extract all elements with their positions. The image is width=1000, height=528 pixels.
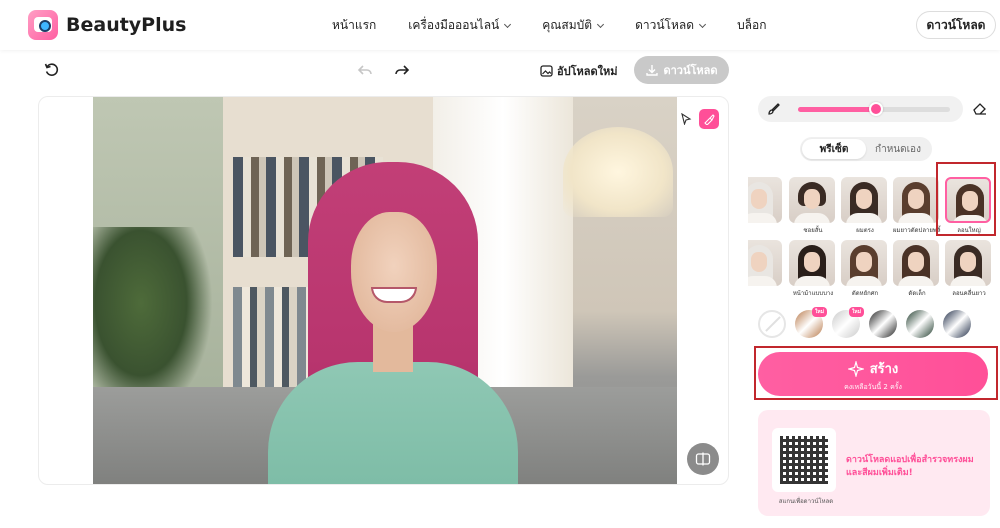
selected-style-highlight xyxy=(936,162,996,236)
style-label: ผมยาวดัดปลายพลิ้ว xyxy=(893,227,941,234)
color-swatch-copper[interactable]: ใหม่ xyxy=(795,307,827,338)
style-item[interactable]: ซอยสั้น xyxy=(789,177,837,235)
qr-caption: สแกนเพื่อดาวน์โหลด xyxy=(778,498,834,505)
style-item[interactable]: ผมยาวดัดปลายพลิ้ว xyxy=(893,177,941,235)
nav-label: หน้าแรก xyxy=(332,18,377,32)
style-label: ดัดเล็ก xyxy=(908,290,926,297)
tab-custom[interactable]: กำหนดเอง xyxy=(866,139,930,159)
sparkle-icon xyxy=(847,360,864,377)
beautyplus-logo-icon xyxy=(28,10,58,40)
promo-text: ดาวน์โหลดแอปเพื่อสำรวจทรงผมและสีผมเพิ่มเ… xyxy=(846,455,974,478)
style-label: ลอนคลื่นยาว xyxy=(952,290,986,297)
new-badge: ใหม่ xyxy=(811,307,827,317)
brand-name: BeautyPlus xyxy=(66,14,187,36)
download-label: ดาวน์โหลด xyxy=(663,64,718,77)
style-item[interactable]: หน้าม้าแบบบาง xyxy=(789,240,837,298)
color-swatch-silver[interactable]: ใหม่ xyxy=(832,307,864,338)
nav-label: เครื่องมือออนไลน์ xyxy=(408,18,500,32)
style-item[interactable] xyxy=(748,177,784,225)
header-download-button[interactable]: ดาวน์โหลด xyxy=(916,11,996,39)
color-swatch-green-black[interactable] xyxy=(906,310,934,338)
new-badge: ใหม่ xyxy=(848,307,864,317)
brush-size-slider[interactable] xyxy=(798,102,950,116)
color-swatch-blue-black[interactable] xyxy=(943,310,971,338)
nav-item-home[interactable]: หน้าแรก xyxy=(332,16,376,35)
slider-handle[interactable] xyxy=(868,102,883,116)
remaining-count: คงเหลือวันนี้ 2 ครั้ง xyxy=(844,383,902,391)
tab-preset[interactable]: พรีเซ็ต xyxy=(802,139,866,159)
style-item[interactable] xyxy=(748,240,784,288)
logo[interactable]: BeautyPlus xyxy=(28,10,186,40)
hair-color-swatches: ใหม่ ใหม่ xyxy=(758,307,980,338)
editor-canvas[interactable] xyxy=(38,96,729,485)
style-label: ผมตรง xyxy=(856,227,874,234)
brush-size-control xyxy=(758,96,963,122)
canvas-tools xyxy=(677,109,719,129)
redo-icon[interactable] xyxy=(390,58,414,82)
style-mode-tabs: พรีเซ็ต กำหนดเอง xyxy=(800,137,932,161)
undo-icon[interactable] xyxy=(353,58,377,82)
create-button[interactable]: สร้าง คงเหลือวันนี้ 2 ครั้ง xyxy=(758,352,988,396)
style-label: หน้าม้าแบบบาง xyxy=(792,290,834,297)
chevron-down-icon xyxy=(699,20,707,28)
nav-item-online-tools[interactable]: เครื่องมือออนไลน์ xyxy=(408,16,512,35)
chevron-down-icon xyxy=(504,20,512,28)
main-nav: หน้าแรก เครื่องมือออนไลน์ คุณสมบัติ ดาวน… xyxy=(332,16,799,35)
nav-item-blog[interactable]: บล็อก xyxy=(737,16,766,35)
eraser-icon[interactable] xyxy=(972,100,988,120)
download-button[interactable]: ดาวน์โหลด xyxy=(634,56,729,84)
app-promo-card[interactable]: สแกนเพื่อดาวน์โหลด ดาวน์โหลดแอปเพื่อสำรว… xyxy=(758,410,990,516)
compare-icon[interactable] xyxy=(687,443,719,475)
portrait-photo xyxy=(93,97,677,484)
nav-item-download[interactable]: ดาวน์โหลด xyxy=(635,16,707,35)
upload-new-label: อัปโหลดใหม่ xyxy=(557,65,618,78)
download-icon xyxy=(646,65,659,76)
style-item[interactable]: ดัดเล็ก xyxy=(893,240,941,298)
top-header: BeautyPlus หน้าแรก เครื่องมือออนไลน์ คุณ… xyxy=(0,0,1000,50)
chevron-down-icon xyxy=(597,20,605,28)
hairstyle-panel: พรีเซ็ต กำหนดเอง ซอยสั้น ผมตรง ผมยาวดัดป… xyxy=(748,88,1000,528)
nav-label: บล็อก xyxy=(737,18,767,32)
create-label: สร้าง xyxy=(869,362,899,377)
reset-icon[interactable] xyxy=(40,58,64,82)
nav-label: คุณสมบัติ xyxy=(542,18,593,32)
style-label: ดัดหยักศก xyxy=(851,290,879,297)
color-swatch-none[interactable] xyxy=(758,310,786,338)
upload-new-button[interactable]: อัปโหลดใหม่ xyxy=(540,62,618,80)
brush-icon xyxy=(768,103,780,115)
cursor-tool-icon[interactable] xyxy=(677,110,695,128)
style-item[interactable]: ลอนคลื่นยาว xyxy=(945,240,993,298)
style-item[interactable]: ผมตรง xyxy=(841,177,889,235)
nav-label: ดาวน์โหลด xyxy=(635,18,695,32)
style-label: ซอยสั้น xyxy=(803,227,823,234)
nav-item-features[interactable]: คุณสมบัติ xyxy=(542,16,605,35)
color-swatch-black[interactable] xyxy=(869,310,897,338)
image-upload-icon xyxy=(540,65,553,77)
brush-tool-icon[interactable] xyxy=(699,109,719,129)
qr-code xyxy=(772,428,836,492)
style-item[interactable]: ดัดหยักศก xyxy=(841,240,889,298)
